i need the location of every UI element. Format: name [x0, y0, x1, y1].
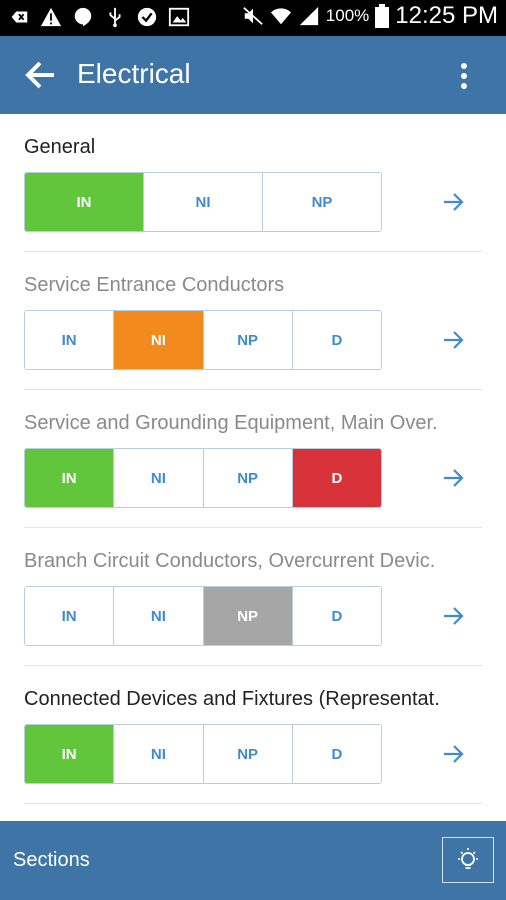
wifi-icon	[270, 8, 291, 25]
usb-icon	[109, 7, 121, 28]
option-np[interactable]: NP	[262, 173, 381, 231]
open-section-arrow-icon[interactable]	[440, 328, 468, 352]
option-in[interactable]: IN	[25, 449, 114, 507]
hint-button[interactable]	[442, 837, 494, 883]
option-np[interactable]: NP	[202, 725, 292, 783]
section-connected-devices: Connected Devices and Fixtures (Represen…	[0, 666, 506, 804]
option-ni[interactable]: NI	[113, 449, 203, 507]
section-list: General IN NI NP Service Entrance Conduc…	[0, 114, 506, 804]
option-np[interactable]: NP	[202, 449, 292, 507]
rating-selector: IN NI NP D	[24, 448, 382, 508]
lightbulb-icon	[458, 848, 478, 869]
overflow-menu-button[interactable]	[452, 60, 476, 92]
warning-icon	[40, 7, 62, 27]
image-icon	[168, 7, 190, 27]
check-badge-icon	[137, 7, 157, 27]
page-title: Electrical	[77, 58, 191, 89]
hangouts-icon	[74, 7, 92, 27]
option-d[interactable]: D	[291, 725, 381, 783]
keyboard-back-icon	[11, 11, 28, 23]
clock: 12:25 PM	[395, 2, 498, 29]
section-title: Branch Circuit Conductors, Overcurrent D…	[24, 550, 436, 572]
section-title: Connected Devices and Fixtures (Represen…	[24, 688, 440, 710]
option-in[interactable]: IN	[25, 725, 114, 783]
option-d[interactable]: D	[291, 311, 381, 369]
option-np[interactable]: NP	[202, 311, 292, 369]
battery-percent: 100%	[325, 6, 370, 25]
back-arrow-icon	[25, 61, 54, 89]
section-title: Service Entrance Conductors	[24, 274, 285, 296]
option-in[interactable]: IN	[25, 587, 114, 645]
rating-selector: IN NI NP	[24, 172, 382, 232]
system-status: 100% 12:25 PM	[242, 2, 498, 30]
battery-icon	[375, 4, 390, 28]
sections-button[interactable]: Sections	[13, 849, 90, 872]
section-branch-circuit: Branch Circuit Conductors, Overcurrent D…	[0, 528, 506, 666]
section-general: General IN NI NP	[0, 114, 506, 252]
open-section-arrow-icon[interactable]	[440, 190, 468, 214]
app-bar: Electrical	[0, 36, 506, 114]
back-button[interactable]	[22, 56, 60, 94]
section-title: Service and Grounding Equipment, Main Ov…	[24, 412, 438, 434]
bottom-bar: Sections	[0, 821, 506, 900]
overflow-menu-icon	[461, 63, 467, 89]
open-section-arrow-icon[interactable]	[440, 466, 468, 490]
rating-selector: IN NI NP D	[24, 310, 382, 370]
option-ni[interactable]: NI	[113, 725, 203, 783]
divider	[24, 803, 482, 804]
rating-selector: IN NI NP D	[24, 724, 382, 784]
option-ni[interactable]: NI	[143, 173, 262, 231]
option-ni[interactable]: NI	[113, 311, 203, 369]
section-service-grounding: Service and Grounding Equipment, Main Ov…	[0, 390, 506, 528]
option-d[interactable]: D	[291, 587, 381, 645]
rating-selector: IN NI NP D	[24, 586, 382, 646]
notification-icons	[8, 6, 190, 28]
option-in[interactable]: IN	[25, 173, 143, 231]
open-section-arrow-icon[interactable]	[440, 742, 468, 766]
open-section-arrow-icon[interactable]	[440, 604, 468, 628]
option-d[interactable]: D	[291, 449, 381, 507]
option-ni[interactable]: NI	[113, 587, 203, 645]
signal-icon	[299, 6, 318, 26]
option-in[interactable]: IN	[25, 311, 114, 369]
option-np[interactable]: NP	[202, 587, 292, 645]
status-bar: 100% 12:25 PM	[0, 0, 506, 36]
mute-icon	[243, 7, 263, 25]
section-title: General	[24, 136, 96, 158]
section-service-entrance: Service Entrance Conductors IN NI NP D	[0, 252, 506, 390]
